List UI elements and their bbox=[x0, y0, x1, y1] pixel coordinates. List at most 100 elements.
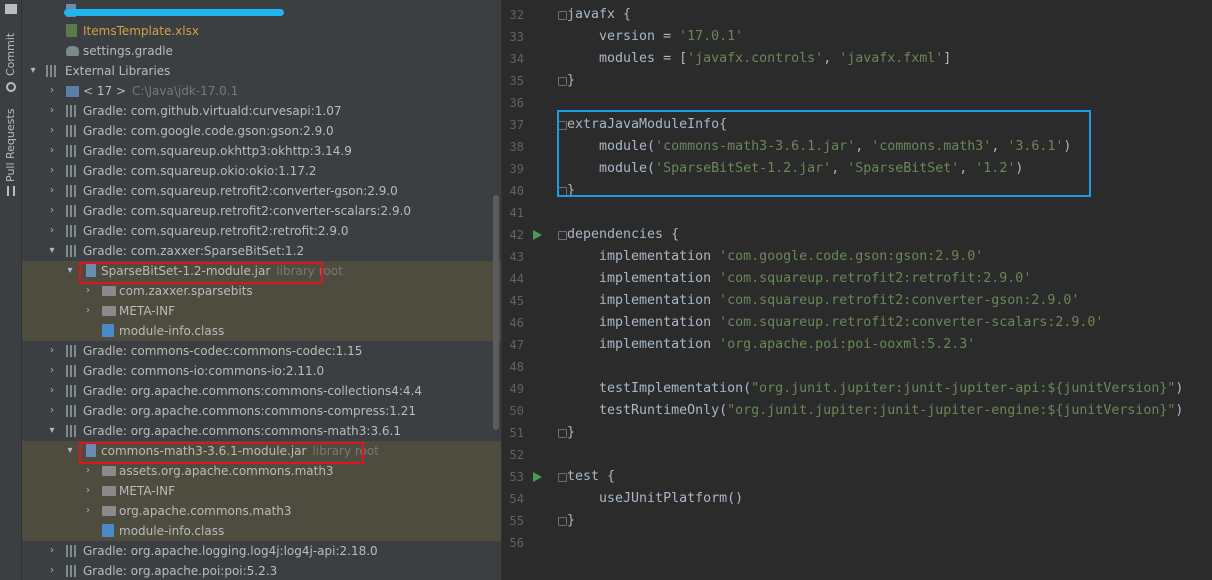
line-number: 33 bbox=[509, 30, 524, 44]
tree-item-label: META-INF bbox=[119, 484, 176, 498]
pull-requests-tool-button[interactable]: Pull Requests bbox=[4, 109, 17, 182]
tree-item-itemstemplate[interactable]: ItemsTemplate.xlsx bbox=[22, 21, 501, 41]
code-editor[interactable]: 32 33 34 35 36 37 38 39 40 41 42 43 44 4… bbox=[501, 0, 1212, 580]
line-number: 46 bbox=[509, 316, 524, 330]
run-gutter-icon[interactable] bbox=[533, 472, 542, 482]
tree-item-label: < 17 > bbox=[83, 84, 127, 98]
tree-item-library-expanded[interactable]: ▾ Gradle: com.zaxxer:SparseBitSet:1.2 bbox=[22, 241, 501, 261]
project-tool-icon[interactable] bbox=[0, 4, 22, 14]
chevron-right-icon[interactable]: › bbox=[82, 461, 94, 481]
tree-item-library[interactable]: › Gradle: com.squareup.retrofit2:convert… bbox=[22, 201, 501, 221]
tree-item-package[interactable]: › org.apache.commons.math3 bbox=[22, 501, 501, 521]
tree-item-meta-inf[interactable]: › META-INF bbox=[22, 481, 501, 501]
tree-item-library[interactable]: › Gradle: com.squareup.okio:okio:1.17.2 bbox=[22, 161, 501, 181]
chevron-right-icon[interactable]: › bbox=[82, 501, 94, 521]
chevron-down-icon[interactable]: ▾ bbox=[46, 241, 58, 261]
tree-item-label: com.zaxxer.sparsebits bbox=[119, 284, 253, 298]
tree-item-redacted[interactable] bbox=[22, 1, 501, 21]
chevron-down-icon[interactable]: ▾ bbox=[64, 261, 76, 281]
chevron-right-icon[interactable]: › bbox=[82, 481, 94, 501]
chevron-right-icon[interactable]: › bbox=[46, 101, 58, 121]
library-icon bbox=[66, 365, 80, 377]
fold-marker-icon[interactable] bbox=[558, 473, 567, 482]
chevron-right-icon[interactable]: › bbox=[46, 81, 58, 101]
library-icon bbox=[66, 205, 80, 217]
jdk-folder-icon bbox=[66, 86, 79, 97]
vertical-scrollbar[interactable] bbox=[493, 195, 499, 430]
tree-item-package[interactable]: › com.zaxxer.sparsebits bbox=[22, 281, 501, 301]
chevron-right-icon[interactable]: › bbox=[46, 201, 58, 221]
tree-item-library-expanded[interactable]: ▾ Gradle: org.apache.commons:commons-mat… bbox=[22, 421, 501, 441]
tree-item-library[interactable]: › Gradle: com.squareup.okhttp3:okhttp:3.… bbox=[22, 141, 501, 161]
commit-tool-button[interactable]: Commit bbox=[4, 33, 17, 76]
tree-item-settings-gradle[interactable]: settings.gradle bbox=[22, 41, 501, 61]
line-number: 49 bbox=[509, 382, 524, 396]
tree-item-library[interactable]: › Gradle: org.apache.poi:poi:5.2.3 bbox=[22, 561, 501, 580]
code-line: dependencies { bbox=[567, 227, 680, 242]
tree-item-library[interactable]: › Gradle: org.apache.logging.log4j:log4j… bbox=[22, 541, 501, 561]
tool-window-strip: Commit Pull Requests bbox=[0, 0, 22, 580]
library-icon bbox=[66, 545, 80, 557]
redaction-stroke bbox=[64, 9, 284, 16]
code-line: testRuntimeOnly("org.junit.jupiter:junit… bbox=[567, 403, 1184, 418]
line-number: 41 bbox=[509, 206, 524, 220]
chevron-right-icon[interactable]: › bbox=[46, 341, 58, 361]
tree-item-jdk[interactable]: › < 17 > C:\Java\jdk-17.0.1 bbox=[22, 81, 501, 101]
tree-item-label: Gradle: org.apache.logging.log4j:log4j-a… bbox=[83, 544, 378, 558]
tree-item-meta-inf[interactable]: › META-INF bbox=[22, 301, 501, 321]
fold-marker-icon[interactable] bbox=[558, 11, 567, 20]
chevron-down-icon[interactable]: ▾ bbox=[27, 61, 39, 81]
library-icon bbox=[66, 165, 80, 177]
library-icon bbox=[66, 185, 80, 197]
chevron-right-icon[interactable]: › bbox=[46, 541, 58, 561]
red-highlight-box bbox=[79, 262, 323, 284]
chevron-right-icon[interactable]: › bbox=[46, 181, 58, 201]
package-icon bbox=[102, 286, 116, 296]
line-number: 45 bbox=[509, 294, 524, 308]
chevron-right-icon[interactable]: › bbox=[46, 401, 58, 421]
fold-marker-icon[interactable] bbox=[558, 517, 567, 526]
tree-item-library[interactable]: › Gradle: com.github.virtuald:curvesapi:… bbox=[22, 101, 501, 121]
line-number: 50 bbox=[509, 404, 524, 418]
class-file-icon bbox=[102, 524, 114, 537]
fold-marker-icon[interactable] bbox=[558, 77, 567, 86]
tree-item-library[interactable]: › Gradle: com.google.code.gson:gson:2.9.… bbox=[22, 121, 501, 141]
library-icon bbox=[66, 225, 80, 237]
line-number: 35 bbox=[509, 74, 524, 88]
tree-item-external-libraries[interactable]: ▾ External Libraries bbox=[22, 61, 501, 81]
library-icon bbox=[66, 125, 80, 137]
chevron-right-icon[interactable]: › bbox=[46, 561, 58, 580]
pull-requests-icon bbox=[0, 186, 22, 196]
library-icon bbox=[66, 245, 80, 257]
chevron-right-icon[interactable]: › bbox=[46, 161, 58, 181]
fold-marker-icon[interactable] bbox=[558, 231, 567, 240]
tree-item-library[interactable]: › Gradle: com.squareup.retrofit2:convert… bbox=[22, 181, 501, 201]
chevron-right-icon[interactable]: › bbox=[46, 141, 58, 161]
class-file-icon bbox=[102, 324, 114, 337]
chevron-right-icon[interactable]: › bbox=[82, 281, 94, 301]
tree-item-library[interactable]: › Gradle: commons-codec:commons-codec:1.… bbox=[22, 341, 501, 361]
tree-item-label: Gradle: org.apache.commons:commons-colle… bbox=[83, 384, 422, 398]
tree-item-library[interactable]: › Gradle: org.apache.commons:commons-col… bbox=[22, 381, 501, 401]
chevron-right-icon[interactable]: › bbox=[46, 381, 58, 401]
folder-icon bbox=[102, 486, 116, 496]
tree-item-package[interactable]: › assets.org.apache.commons.math3 bbox=[22, 461, 501, 481]
code-line: implementation 'com.squareup.retrofit2:c… bbox=[567, 293, 1080, 308]
tree-item-library[interactable]: › Gradle: com.squareup.retrofit2:retrofi… bbox=[22, 221, 501, 241]
library-icon bbox=[66, 345, 80, 357]
chevron-right-icon[interactable]: › bbox=[46, 361, 58, 381]
tree-item-module-info[interactable]: module-info.class bbox=[22, 521, 501, 541]
tree-item-module-info[interactable]: module-info.class bbox=[22, 321, 501, 341]
chevron-right-icon[interactable]: › bbox=[82, 301, 94, 321]
tree-item-label: Gradle: commons-codec:commons-codec:1.15 bbox=[83, 344, 363, 358]
chevron-right-icon[interactable]: › bbox=[46, 221, 58, 241]
chevron-right-icon[interactable]: › bbox=[46, 121, 58, 141]
tree-item-library[interactable]: › Gradle: commons-io:commons-io:2.11.0 bbox=[22, 361, 501, 381]
library-icon bbox=[66, 105, 80, 117]
run-gutter-icon[interactable] bbox=[533, 230, 542, 240]
chevron-down-icon[interactable]: ▾ bbox=[46, 421, 58, 441]
fold-marker-icon[interactable] bbox=[558, 429, 567, 438]
chevron-down-icon[interactable]: ▾ bbox=[64, 441, 76, 461]
tree-item-label: Gradle: org.apache.commons:commons-math3… bbox=[83, 424, 401, 438]
tree-item-library[interactable]: › Gradle: org.apache.commons:commons-com… bbox=[22, 401, 501, 421]
